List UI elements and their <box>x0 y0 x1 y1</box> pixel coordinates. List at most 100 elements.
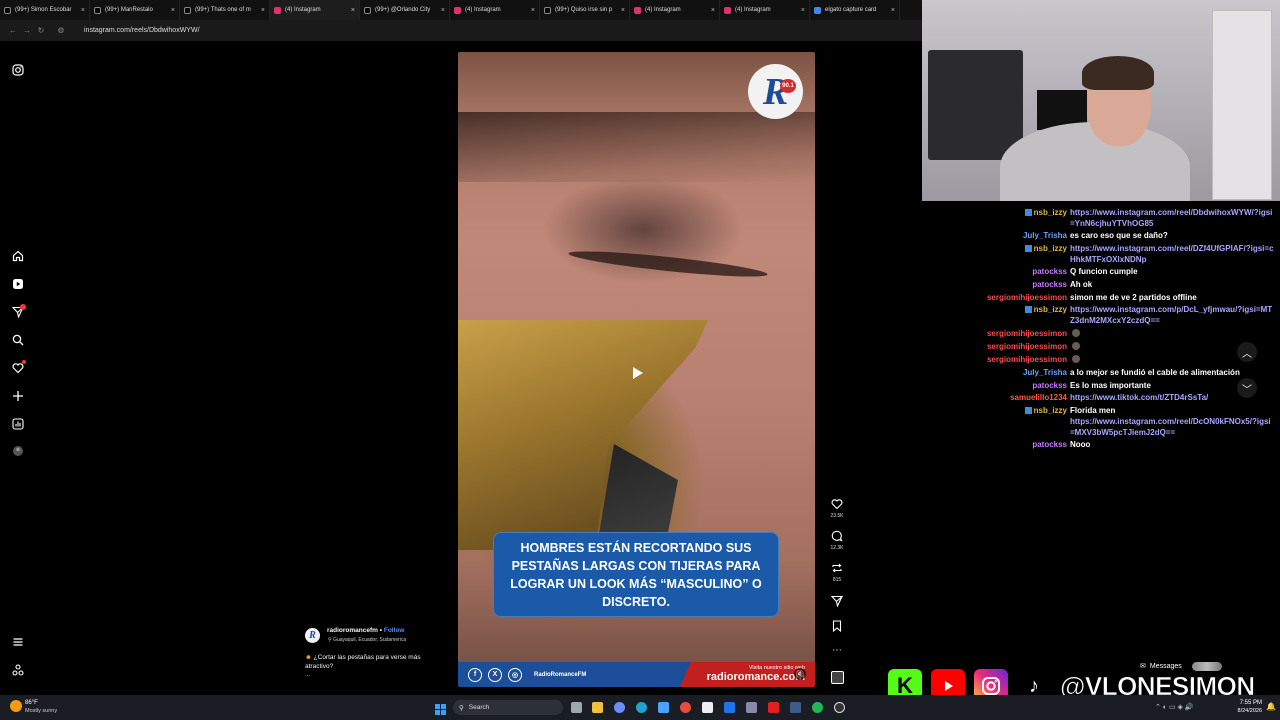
browser-tab[interactable]: (99+) Quiso irse sin p × <box>540 0 630 20</box>
settings-app-icon[interactable] <box>746 702 757 713</box>
copilot-icon[interactable] <box>614 702 625 713</box>
close-tab-icon[interactable]: × <box>801 7 805 14</box>
search-icon[interactable] <box>11 333 25 347</box>
reels-icon[interactable] <box>11 277 25 291</box>
like-button[interactable]: 23.5K <box>826 498 848 519</box>
home-icon[interactable] <box>11 249 25 263</box>
close-tab-icon[interactable]: × <box>621 7 625 14</box>
close-tab-icon[interactable]: × <box>261 7 265 14</box>
chat-username-text: patockss <box>1032 440 1067 449</box>
close-tab-icon[interactable]: × <box>351 7 355 14</box>
chat-link[interactable]: https://www.instagram.com/reel/DZf4UfGPI… <box>1070 243 1275 265</box>
author-username[interactable]: radioromancefm <box>327 627 378 634</box>
save-button[interactable] <box>826 620 848 633</box>
chat-link[interactable]: https://www.instagram.com/reel/DbdwihoxW… <box>1070 207 1275 229</box>
close-tab-icon[interactable]: × <box>711 7 715 14</box>
chat-username[interactable]: patockss <box>927 279 1067 290</box>
dropbox-icon[interactable] <box>724 702 735 713</box>
chat-username[interactable]: patockss <box>927 439 1067 450</box>
tab-title: (99+) Quiso irse sin p <box>555 7 613 13</box>
chat-username-text: sergiomihijoessimon <box>986 342 1067 351</box>
close-tab-icon[interactable]: × <box>171 7 175 14</box>
chat-username[interactable]: nsb_izzy <box>927 243 1067 254</box>
tab-title: (99+) ManRestalo <box>105 7 153 13</box>
comment-button[interactable]: 12.3K <box>826 530 848 551</box>
taskbar-search[interactable]: ⚲ Search <box>453 700 563 715</box>
obs-icon[interactable] <box>834 702 845 713</box>
chat-username[interactable]: patockss <box>927 380 1067 391</box>
create-plus-icon[interactable] <box>11 389 25 403</box>
site-info-icon[interactable]: ⚙ <box>54 26 68 35</box>
chat-scroll-down-icon[interactable]: ﹀ <box>1237 378 1257 398</box>
profile-avatar-icon[interactable] <box>11 444 25 458</box>
caption-more[interactable]: ... <box>305 671 310 678</box>
browser-tab[interactable]: (99+) @Orlando City × <box>360 0 450 20</box>
chat-link[interactable]: https://www.instagram.com/p/DcL_yfjmwau/… <box>1070 304 1275 326</box>
browser-tab[interactable]: (4) Instagram × <box>450 0 540 20</box>
browser-tab[interactable]: (4) Instagram × <box>720 0 810 20</box>
browser-tab[interactable]: (99+) Thats one of m × <box>180 0 270 20</box>
chat-link[interactable]: https://www.instagram.com/reel/DcON0kFNO… <box>1070 416 1275 438</box>
menu-hamburger-icon[interactable] <box>11 635 25 649</box>
reel-video[interactable]: R 90.1 HOMBRES ESTÁN RECORTANDO SUS PEST… <box>458 52 815 687</box>
chat-username[interactable]: nsb_izzy <box>927 405 1067 416</box>
chat-username[interactable]: sergiomihijoessimon <box>927 341 1067 352</box>
mute-icon[interactable]: 🔇 <box>794 668 806 680</box>
chat-emote-icon <box>1072 355 1080 363</box>
location-row[interactable]: ⚲ Guayaquil, Ecuador, Sudamerica <box>328 637 406 643</box>
messages-icon[interactable] <box>11 304 26 319</box>
chat-username[interactable]: patockss <box>927 266 1067 277</box>
close-tab-icon[interactable]: × <box>441 7 445 14</box>
chat-username-text: patockss <box>1032 280 1067 289</box>
follow-button[interactable]: Follow <box>384 627 405 634</box>
weather-icon[interactable] <box>10 700 22 712</box>
calendar-icon[interactable] <box>702 702 713 713</box>
steam-icon[interactable] <box>790 702 801 713</box>
chat-username[interactable]: samuelillo1234 <box>927 392 1067 403</box>
chrome-icon[interactable] <box>680 702 691 713</box>
browser-tab[interactable]: (99+) Simon Escobar × <box>0 0 90 20</box>
notification-bell-icon[interactable]: 🔔 <box>1266 702 1276 711</box>
chat-username[interactable]: nsb_izzy <box>927 207 1067 218</box>
play-icon[interactable] <box>624 360 650 386</box>
close-tab-icon[interactable]: × <box>531 7 535 14</box>
start-button[interactable] <box>435 702 446 715</box>
back-icon[interactable]: ← <box>6 26 20 35</box>
chat-username[interactable]: nsb_izzy <box>927 304 1067 315</box>
close-tab-icon[interactable]: × <box>81 7 85 14</box>
share-button[interactable] <box>826 595 848 608</box>
store-icon[interactable] <box>658 702 669 713</box>
red-app-icon[interactable] <box>768 702 779 713</box>
instagram-icon <box>274 6 281 14</box>
reload-icon[interactable]: ↻ <box>34 26 48 35</box>
tray-icons[interactable]: ⌃ ◐ ▭ ◈ 🔊 <box>1155 703 1194 711</box>
browser-tab[interactable]: (4) Instagram × <box>630 0 720 20</box>
edge-icon[interactable] <box>636 702 647 713</box>
audio-thumbnail[interactable] <box>826 671 848 684</box>
forward-icon[interactable]: → <box>20 26 34 35</box>
author-avatar[interactable]: R <box>305 628 320 643</box>
spotify-icon[interactable] <box>812 702 823 713</box>
chat-username[interactable]: sergiomihijoessimon <box>927 328 1067 339</box>
browser-tab[interactable]: elgato capture card × <box>810 0 900 20</box>
url-field[interactable]: instagram.com/reels/DbdwihoxWYW/ <box>84 27 200 34</box>
tiktok-icon <box>364 6 371 14</box>
more-options-button[interactable]: ⋯ <box>826 645 848 658</box>
chat-username[interactable]: sergiomihijoessimon <box>927 292 1067 303</box>
chat-username-text: nsb_izzy <box>1033 305 1067 314</box>
repost-button[interactable]: 815 <box>826 562 848 583</box>
chat-scroll-up-icon[interactable]: ︿ <box>1237 342 1257 362</box>
taskview-icon[interactable] <box>571 702 582 713</box>
comment-count: 12.3K <box>830 545 844 551</box>
file-explorer-icon[interactable] <box>592 702 603 713</box>
dashboard-icon[interactable] <box>11 417 25 431</box>
browser-tab[interactable]: (4) Instagram × <box>270 0 360 20</box>
notifications-heart-icon[interactable] <box>11 360 26 375</box>
chat-username[interactable]: July_Trisha <box>927 230 1067 241</box>
chat-username[interactable]: sergiomihijoessimon <box>927 354 1067 365</box>
close-tab-icon[interactable]: × <box>891 7 895 14</box>
browser-tab[interactable]: (99+) ManRestalo × <box>90 0 180 20</box>
chat-username[interactable]: July_Trisha <box>927 367 1067 378</box>
also-from-meta-icon[interactable] <box>11 663 25 677</box>
instagram-logo-icon[interactable] <box>11 63 25 77</box>
